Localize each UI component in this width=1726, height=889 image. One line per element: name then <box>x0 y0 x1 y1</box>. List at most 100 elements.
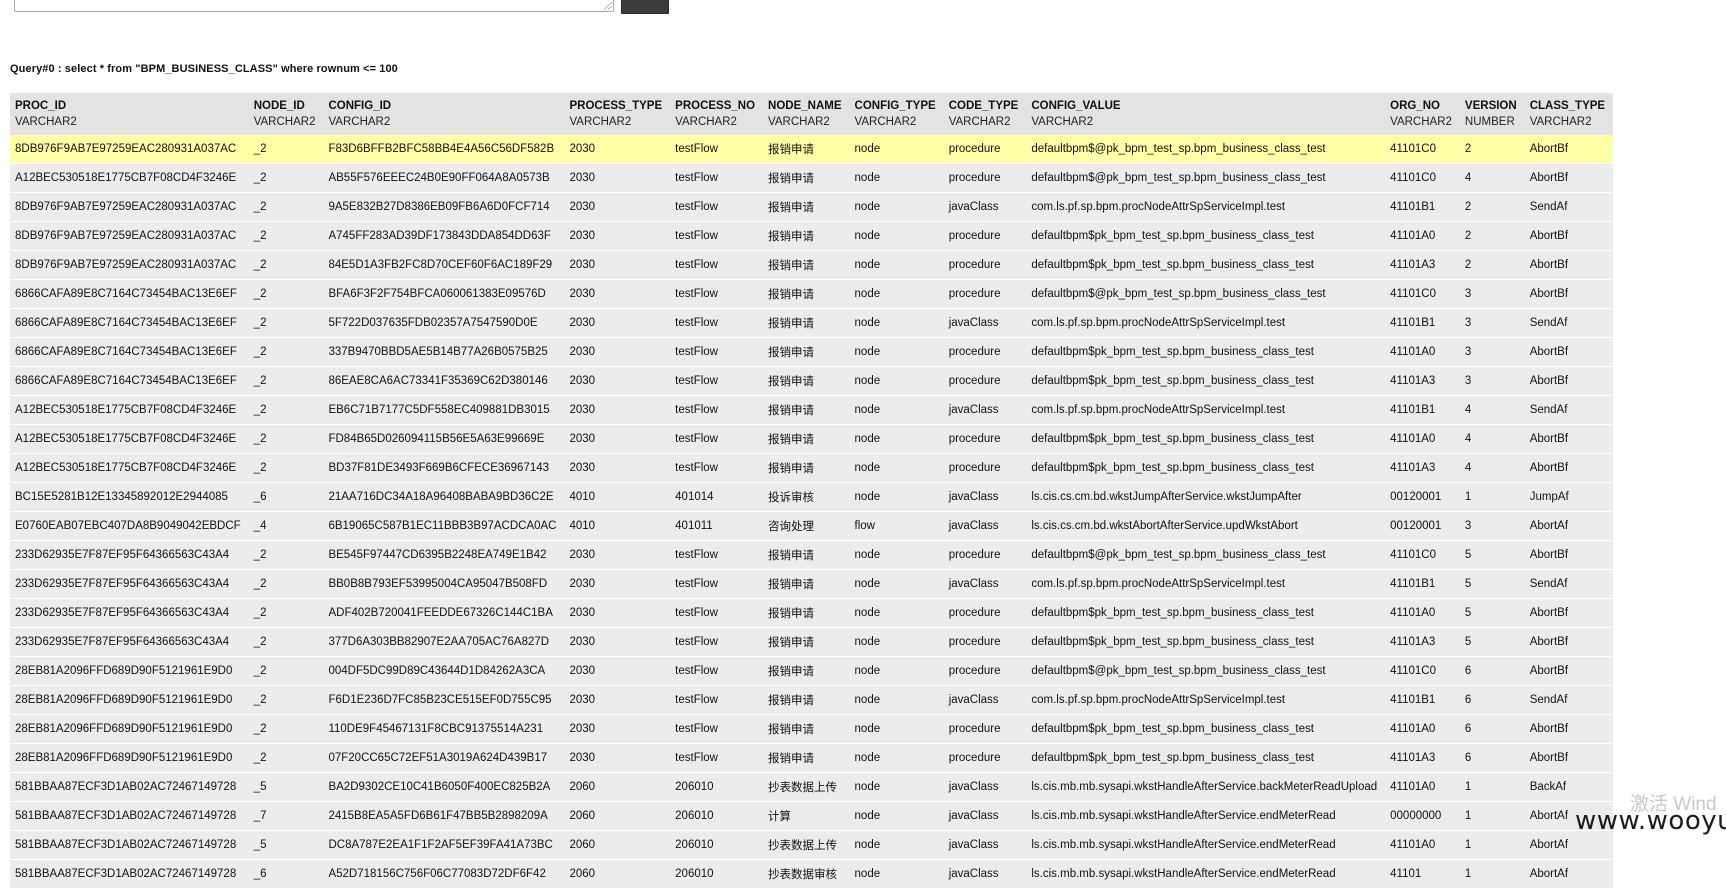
table-cell: SendAf <box>1524 569 1614 599</box>
table-cell: defaultbpm$pk_bpm_test_sp.bpm_business_c… <box>1026 453 1386 483</box>
table-cell: 报销申请 <box>763 714 850 744</box>
table-cell: javaClass <box>943 685 1027 715</box>
table-cell: javaClass <box>943 511 1027 541</box>
table-row[interactable]: 28EB81A2096FFD689D90F5121961E9D0 _2 004DF5… <box>10 656 1614 686</box>
table-cell: 报销申请 <box>763 192 850 222</box>
table-cell: F6D1E236D7FC85B23CE515EF0D755C95 <box>323 685 565 715</box>
table-row[interactable]: 581BBAA87ECF3D1AB02AC72467149728 _7 2415B8… <box>10 801 1614 831</box>
table-cell: node <box>849 192 944 222</box>
table-row[interactable]: 233D62935E7F87EF95F64366563C43A4 _2 BB0B8B… <box>10 569 1614 599</box>
table-row[interactable]: 8DB976F9AB7E97259EAC280931A037AC _2 A745FF… <box>10 221 1614 251</box>
table-cell: _2 <box>248 337 324 367</box>
table-row[interactable]: 28EB81A2096FFD689D90F5121961E9D0 _2 07F20C… <box>10 743 1614 773</box>
table-cell: node <box>849 453 944 483</box>
table-row[interactable]: 233D62935E7F87EF95F64366563C43A4 _2 ADF402… <box>10 598 1614 628</box>
table-cell: 2030 <box>564 453 671 483</box>
table-cell: procedure <box>943 598 1027 628</box>
table-cell: 2 <box>1459 250 1525 280</box>
table-cell: 报销申请 <box>763 569 850 599</box>
table-cell: procedure <box>943 279 1027 309</box>
table-cell: 8DB976F9AB7E97259EAC280931A037AC <box>10 192 249 222</box>
table-cell: node <box>849 801 944 831</box>
table-cell: node <box>849 135 944 164</box>
column-name: NODE_NAME <box>768 100 842 112</box>
table-cell: 2030 <box>564 598 671 628</box>
table-cell: defaultbpm$pk_bpm_test_sp.bpm_business_c… <box>1026 743 1386 773</box>
table-cell: _2 <box>248 250 324 280</box>
table-row[interactable]: A12BEC530518E1775CB7F08CD4F3246E _2 EB6C71… <box>10 395 1614 425</box>
table-cell: _4 <box>248 511 324 541</box>
sql-query-textarea[interactable] <box>14 0 614 12</box>
table-cell: 41101 <box>1385 859 1460 889</box>
table-cell: 2030 <box>564 685 671 715</box>
table-cell: node <box>849 482 944 512</box>
table-cell: 41101A0 <box>1385 830 1460 860</box>
table-cell: A12BEC530518E1775CB7F08CD4F3246E <box>10 163 249 193</box>
table-body: 8DB976F9AB7E97259EAC280931A037AC _2 F83D6B… <box>10 135 1614 889</box>
table-row[interactable]: 6866CAFA89E8C7164C73454BAC13E6EF _2 BFA6F3… <box>10 279 1614 309</box>
table-row[interactable]: 8DB976F9AB7E97259EAC280931A037AC _2 F83D6B… <box>10 135 1614 164</box>
table-cell: 206010 <box>670 830 764 860</box>
table-cell: 6866CAFA89E8C7164C73454BAC13E6EF <box>10 279 249 309</box>
table-cell: 41101B1 <box>1385 308 1460 338</box>
table-cell: SendAf <box>1524 308 1614 338</box>
column-name: PROCESS_TYPE <box>569 100 663 112</box>
table-row[interactable]: A12BEC530518E1775CB7F08CD4F3246E _2 AB55F5… <box>10 163 1614 193</box>
table-cell: BA2D9302CE10C41B6050F400EC825B2A <box>323 772 565 802</box>
table-cell: AbortBf <box>1524 250 1614 280</box>
table-row[interactable]: 581BBAA87ECF3D1AB02AC72467149728 _6 A52D71… <box>10 859 1614 889</box>
table-row[interactable]: BC15E5281B12E13345892012E2944085 _6 21AA71… <box>10 482 1614 512</box>
column-name: CONFIG_ID <box>328 100 392 112</box>
table-cell: 咨询处理 <box>763 511 850 541</box>
table-cell: defaultbpm$pk_bpm_test_sp.bpm_business_c… <box>1026 337 1386 367</box>
table-cell: 41101A0 <box>1385 714 1460 744</box>
table-cell: 报销申请 <box>763 424 850 454</box>
table-cell: 41101A3 <box>1385 453 1460 483</box>
table-cell: BE545F97447CD6395B2248EA749E1B42 <box>323 540 565 570</box>
table-cell: _2 <box>248 192 324 222</box>
table-row[interactable]: 8DB976F9AB7E97259EAC280931A037AC _2 84E5D1… <box>10 250 1614 280</box>
table-cell: SendAf <box>1524 192 1614 222</box>
table-cell: procedure <box>943 743 1027 773</box>
table-row[interactable]: A12BEC530518E1775CB7F08CD4F3246E _2 FD84B6… <box>10 424 1614 454</box>
table-cell: testFlow <box>670 337 764 367</box>
table-row[interactable]: 6866CAFA89E8C7164C73454BAC13E6EF _2 86EAE8… <box>10 366 1614 396</box>
table-cell: AbortBf <box>1524 279 1614 309</box>
table-cell: 41101A3 <box>1385 743 1460 773</box>
execute-query-button[interactable] <box>621 0 669 14</box>
resize-grip-icon[interactable] <box>604 2 612 10</box>
table-row[interactable]: E0760EAB07EBC407DA8B9049042EBDCF _4 6B1906… <box>10 511 1614 541</box>
table-row[interactable]: 28EB81A2096FFD689D90F5121961E9D0 _2 F6D1E2… <box>10 685 1614 715</box>
table-cell: 3 <box>1459 366 1525 396</box>
table-cell: AbortBf <box>1524 366 1614 396</box>
table-cell: 2030 <box>564 163 671 193</box>
table-cell: 41101C0 <box>1385 135 1460 164</box>
table-row[interactable]: 6866CAFA89E8C7164C73454BAC13E6EF _2 5F722D… <box>10 308 1614 338</box>
table-row[interactable]: 28EB81A2096FFD689D90F5121961E9D0 _2 110DE9… <box>10 714 1614 744</box>
table-cell: 4010 <box>564 511 671 541</box>
table-cell: 581BBAA87ECF3D1AB02AC72467149728 <box>10 830 249 860</box>
table-cell: 2060 <box>564 830 671 860</box>
table-cell: 报销申请 <box>763 743 850 773</box>
table-row[interactable]: 581BBAA87ECF3D1AB02AC72467149728 _5 DC8A78… <box>10 830 1614 860</box>
table-cell: defaultbpm$pk_bpm_test_sp.bpm_business_c… <box>1026 366 1386 396</box>
table-cell: 337B9470BBD5AE5B14B77A26B0575B25 <box>323 337 565 367</box>
table-row[interactable]: 233D62935E7F87EF95F64366563C43A4 _2 BE545F… <box>10 540 1614 570</box>
table-cell: 抄表数据审核 <box>763 859 850 889</box>
table-cell: procedure <box>943 366 1027 396</box>
table-row[interactable]: 233D62935E7F87EF95F64366563C43A4 _2 377D6A… <box>10 627 1614 657</box>
column-type: VARCHAR2 <box>253 116 316 128</box>
table-row[interactable]: A12BEC530518E1775CB7F08CD4F3246E _2 BD37F8… <box>10 453 1614 483</box>
table-row[interactable]: 581BBAA87ECF3D1AB02AC72467149728 _5 BA2D93… <box>10 772 1614 802</box>
table-row[interactable]: 6866CAFA89E8C7164C73454BAC13E6EF _2 337B94… <box>10 337 1614 367</box>
table-cell: 41101A3 <box>1385 366 1460 396</box>
table-row[interactable]: 8DB976F9AB7E97259EAC280931A037AC _2 9A5E83… <box>10 192 1614 222</box>
table-cell: 401011 <box>670 511 764 541</box>
table-cell: testFlow <box>670 163 764 193</box>
table-cell: AbortBf <box>1524 598 1614 628</box>
table-cell: 00120001 <box>1385 482 1460 512</box>
table-cell: ls.cis.mb.mb.sysapi.wkstHandleAfterServi… <box>1026 801 1386 831</box>
table-cell: 233D62935E7F87EF95F64366563C43A4 <box>10 540 249 570</box>
table-cell: _6 <box>248 859 324 889</box>
table-cell: _2 <box>248 163 324 193</box>
